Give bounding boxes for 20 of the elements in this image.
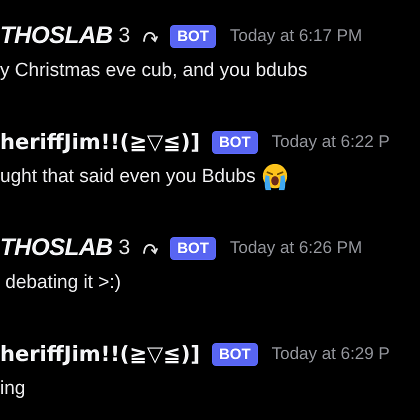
username[interactable]: heriffJim!!(≧▽≦)]: [0, 342, 200, 366]
timestamp: Today at 6:29 P: [272, 344, 390, 364]
timestamp: Today at 6:17 PM: [230, 26, 362, 46]
username[interactable]: heriffJim!!(≧▽≦)]: [0, 130, 200, 154]
username[interactable]: THOSLAB: [0, 234, 112, 262]
message-text: debating it >:): [4, 272, 121, 294]
bot-badge: BOT: [212, 342, 258, 366]
timestamp: Today at 6:22 P: [272, 132, 390, 152]
username-suffix: 3: [118, 24, 130, 48]
bot-badge: BOT: [170, 236, 216, 260]
username[interactable]: THOSLAB: [0, 22, 112, 50]
message-text: ing: [0, 378, 26, 400]
message-text: y Christmas eve cub, and you bdubs: [0, 60, 308, 82]
curved-arrow-icon: [142, 29, 158, 43]
bot-badge: BOT: [212, 130, 258, 154]
username-suffix: 3: [118, 236, 130, 260]
bot-badge: BOT: [170, 24, 216, 48]
timestamp: Today at 6:26 PM: [230, 238, 362, 258]
curved-arrow-icon: [142, 241, 158, 255]
message-text: ught that said even you Bdubs: [0, 166, 256, 188]
